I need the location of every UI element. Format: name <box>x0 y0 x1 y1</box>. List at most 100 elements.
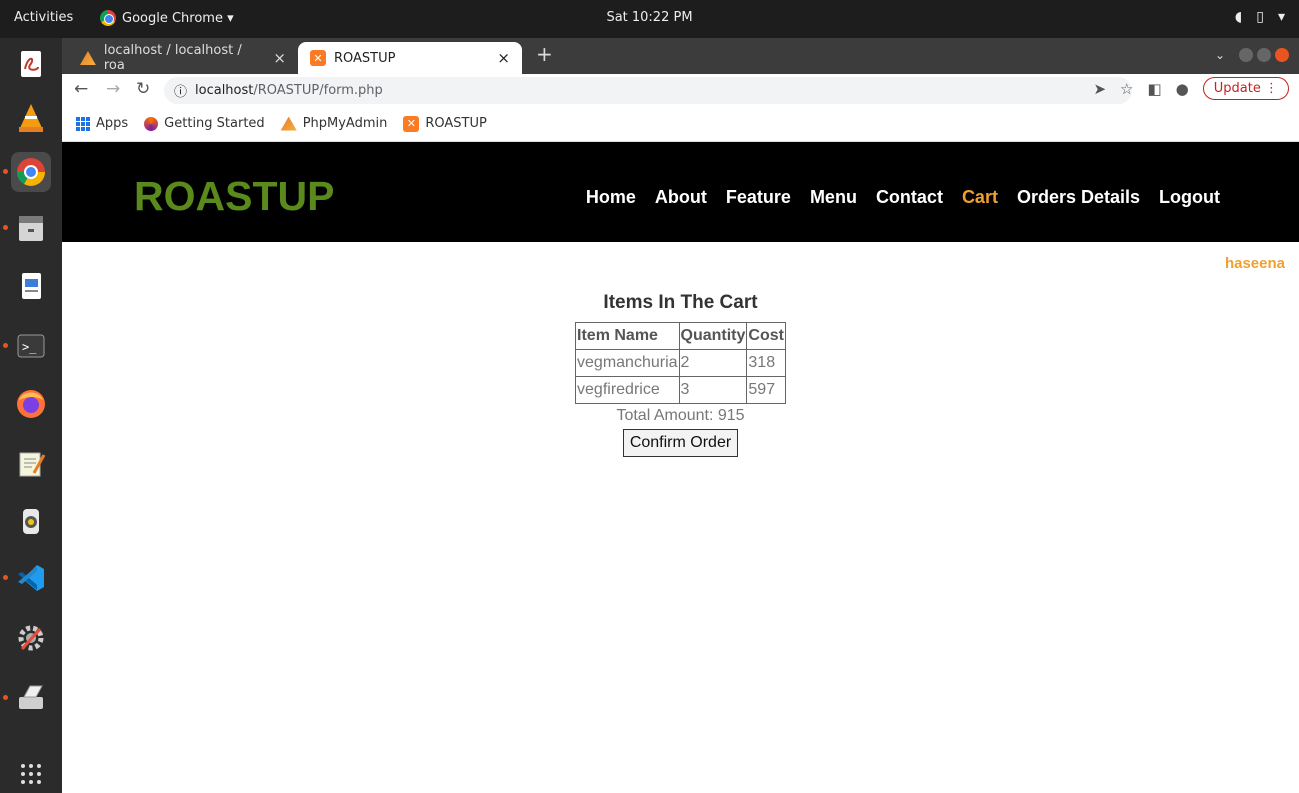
dock-app-speaker[interactable] <box>11 501 51 541</box>
close-icon[interactable]: × <box>497 49 510 67</box>
bookmark-label: Getting Started <box>164 116 265 131</box>
bookmark-label: Apps <box>96 116 129 131</box>
nav-orders-details[interactable]: Orders Details <box>1017 187 1140 208</box>
new-tab-button[interactable]: + <box>536 42 553 66</box>
tab-title: ROASTUP <box>334 50 396 66</box>
bookmarks-bar: Apps Getting Started PhpMyAdmin ✕ ROASTU… <box>62 106 1299 142</box>
logged-in-username: haseena <box>1224 255 1285 272</box>
nav-cart[interactable]: Cart <box>962 187 998 208</box>
cart-heading: Items In The Cart <box>603 292 758 313</box>
text-editor-icon <box>19 452 46 477</box>
app-menu-label: Google Chrome ▾ <box>122 10 234 26</box>
dock-app-vlc[interactable] <box>11 98 51 138</box>
vlc-icon <box>19 104 43 132</box>
printer-icon <box>19 685 43 709</box>
phpmyadmin-icon <box>280 116 297 131</box>
total-amount: Total Amount: 915 <box>616 407 745 424</box>
cell-quantity: 2 <box>678 349 748 377</box>
profile-icon[interactable]: ● <box>1176 80 1189 98</box>
nav-menu[interactable]: Menu <box>810 187 857 208</box>
tab-strip: localhost / localhost / roa × ✕ ROASTUP … <box>62 38 1299 74</box>
dock-app-terminal[interactable]: >_ <box>3 326 51 366</box>
bookmark-roastup[interactable]: ✕ ROASTUP <box>403 115 487 132</box>
show-applications-button[interactable] <box>11 754 51 793</box>
file-cabinet-icon <box>19 216 43 241</box>
browser-toolbar: ← → ↻ ⓘ localhost/ROASTUP/form.php ➤ ☆ ◧… <box>62 74 1299 106</box>
close-window-button[interactable] <box>1275 48 1289 62</box>
site-header: ROASTUP Home About Feature Menu Contact … <box>62 142 1299 242</box>
dock-app-vscode[interactable] <box>3 558 51 598</box>
speaker-icon <box>23 509 39 534</box>
site-logo[interactable]: ROASTUP <box>134 173 334 220</box>
dock-app-writer[interactable] <box>11 266 51 306</box>
confirm-order-button[interactable]: Confirm Order <box>622 429 739 457</box>
cell-cost: 318 <box>746 349 786 377</box>
nav-home[interactable]: Home <box>586 187 636 208</box>
cell-quantity: 3 <box>678 376 748 404</box>
reload-icon[interactable]: ↻ <box>136 79 150 99</box>
dock-app-text-editor[interactable] <box>11 444 51 484</box>
close-icon[interactable]: × <box>273 49 286 67</box>
phpmyadmin-icon <box>80 51 96 65</box>
app-menu[interactable]: Google Chrome ▾ <box>100 10 234 26</box>
nav-contact[interactable]: Contact <box>876 187 943 208</box>
window-controls: ⌄ <box>1215 48 1289 62</box>
web-page: ROASTUP Home About Feature Menu Contact … <box>62 142 1299 793</box>
update-label: Update <box>1213 81 1261 96</box>
running-indicator <box>3 225 8 230</box>
activities-button[interactable]: Activities <box>14 10 73 25</box>
address-bar[interactable]: ⓘ localhost/ROASTUP/form.php <box>164 77 1132 104</box>
battery-icon: ▯ <box>1256 9 1264 25</box>
forward-arrow-icon[interactable]: → <box>106 79 120 99</box>
dock-app-settings[interactable] <box>11 618 51 658</box>
system-tray[interactable]: ◖ ▯ ▾ <box>1235 9 1285 25</box>
svg-text:>_: >_ <box>22 340 37 354</box>
nav-logout[interactable]: Logout <box>1159 187 1220 208</box>
dock-app-printer[interactable] <box>3 678 51 718</box>
tab-search-icon[interactable]: ⌄ <box>1215 48 1225 62</box>
cell-item-name: vegfiredrice <box>575 376 680 404</box>
cell-cost: 597 <box>746 376 786 404</box>
tab-roastup[interactable]: ✕ ROASTUP × <box>298 42 522 74</box>
main-nav: Home About Feature Menu Contact Cart Ord… <box>586 187 1220 208</box>
firefox-icon <box>17 390 45 418</box>
column-header-item-name: Item Name <box>575 322 680 350</box>
cart-table: Item Name Quantity Cost vegmanchuria 2 3… <box>575 322 786 404</box>
cell-item-name: vegmanchuria <box>575 349 680 377</box>
bookmark-phpmyadmin[interactable]: PhpMyAdmin <box>280 116 388 131</box>
tab-phpmyadmin[interactable]: localhost / localhost / roa × <box>68 42 298 74</box>
chrome-icon <box>100 10 116 26</box>
volume-icon: ◖ <box>1234 9 1243 25</box>
info-icon[interactable]: ⓘ <box>174 81 187 100</box>
url-path: /ROASTUP/form.php <box>253 83 383 98</box>
dock: >_ <box>0 38 62 793</box>
xampp-icon: ✕ <box>403 115 420 132</box>
bookmark-apps[interactable]: Apps <box>76 116 128 131</box>
back-arrow-icon[interactable]: ← <box>74 79 88 99</box>
dock-app-evince[interactable] <box>11 44 51 84</box>
minimize-button[interactable] <box>1239 48 1253 62</box>
nav-about[interactable]: About <box>655 187 707 208</box>
settings-icon <box>18 625 44 651</box>
vscode-icon <box>18 565 44 591</box>
star-icon[interactable]: ☆ <box>1120 80 1133 98</box>
toolbar-actions: ➤ ☆ ◧ ● Update ⋮ <box>1093 77 1289 100</box>
table-row: vegfiredrice 3 597 <box>575 376 786 404</box>
dock-app-firefox[interactable] <box>11 384 51 424</box>
nav-feature[interactable]: Feature <box>726 187 791 208</box>
bookmark-label: ROASTUP <box>425 116 487 131</box>
dock-app-files[interactable] <box>3 208 51 248</box>
bookmark-label: PhpMyAdmin <box>302 116 388 131</box>
table-row: vegmanchuria 2 318 <box>575 349 786 377</box>
side-panel-icon[interactable]: ◧ <box>1147 80 1161 98</box>
app-grid-icon <box>21 764 41 784</box>
update-button[interactable]: Update ⋮ <box>1202 77 1289 100</box>
bookmark-getting-started[interactable]: Getting Started <box>144 116 265 131</box>
maximize-button[interactable] <box>1257 48 1271 62</box>
running-indicator <box>3 695 8 700</box>
send-icon[interactable]: ➤ <box>1093 80 1106 98</box>
column-header-cost: Cost <box>746 322 786 350</box>
url-host: localhost <box>195 83 254 98</box>
terminal-icon: >_ <box>17 334 45 358</box>
dock-app-chrome[interactable] <box>3 152 51 192</box>
